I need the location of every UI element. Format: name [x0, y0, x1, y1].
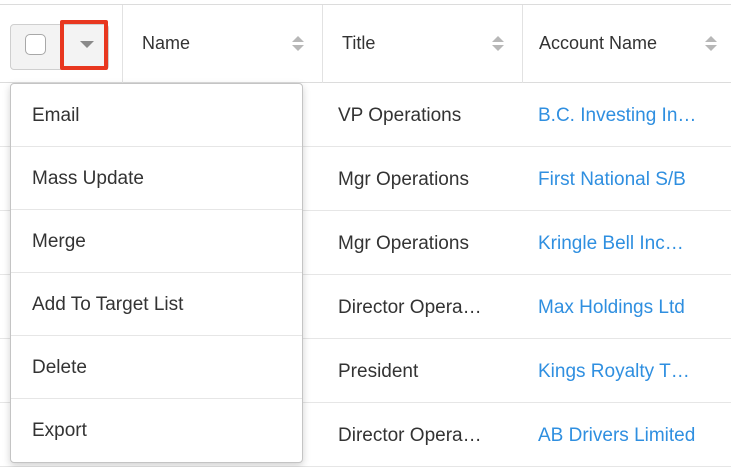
sort-icon[interactable] [705, 36, 717, 54]
title-cell: Mgr Operations [338, 233, 469, 254]
account-link[interactable]: B.C. Investing In… [538, 84, 696, 147]
menu-item-mass-update[interactable]: Mass Update [11, 147, 302, 210]
account-link[interactable]: First National S/B [538, 148, 686, 211]
column-header-title[interactable]: Title [342, 33, 375, 54]
caret-down-icon[interactable] [80, 41, 94, 48]
column-divider [322, 5, 323, 83]
sort-icon[interactable] [292, 36, 304, 54]
title-cell: Director Opera… [338, 425, 482, 446]
sort-icon[interactable] [492, 36, 504, 54]
account-link[interactable]: Kringle Bell Inc… [538, 212, 684, 275]
menu-item-export[interactable]: Export [11, 399, 302, 462]
column-divider [122, 5, 123, 83]
title-cell: Director Opera… [338, 297, 482, 318]
menu-item-email[interactable]: Email [11, 84, 302, 147]
account-link[interactable]: Max Holdings Ltd [538, 276, 685, 339]
title-cell: VP Operations [338, 105, 462, 126]
menu-item-add-to-target-list[interactable]: Add To Target List [11, 273, 302, 336]
account-link[interactable]: Kings Royalty T… [538, 340, 690, 403]
column-header-account-name[interactable]: Account Name [539, 33, 657, 54]
title-cell: President [338, 361, 419, 382]
actions-dropdown-menu: Email Mass Update Merge Add To Target Li… [10, 83, 303, 463]
select-all-checkbox-icon[interactable] [25, 34, 46, 55]
column-divider [522, 5, 523, 83]
account-link[interactable]: AB Drivers Limited [538, 404, 695, 467]
menu-item-delete[interactable]: Delete [11, 336, 302, 399]
menu-item-merge[interactable]: Merge [11, 210, 302, 273]
title-cell: Mgr Operations [338, 169, 469, 190]
column-header-name[interactable]: Name [142, 33, 190, 54]
